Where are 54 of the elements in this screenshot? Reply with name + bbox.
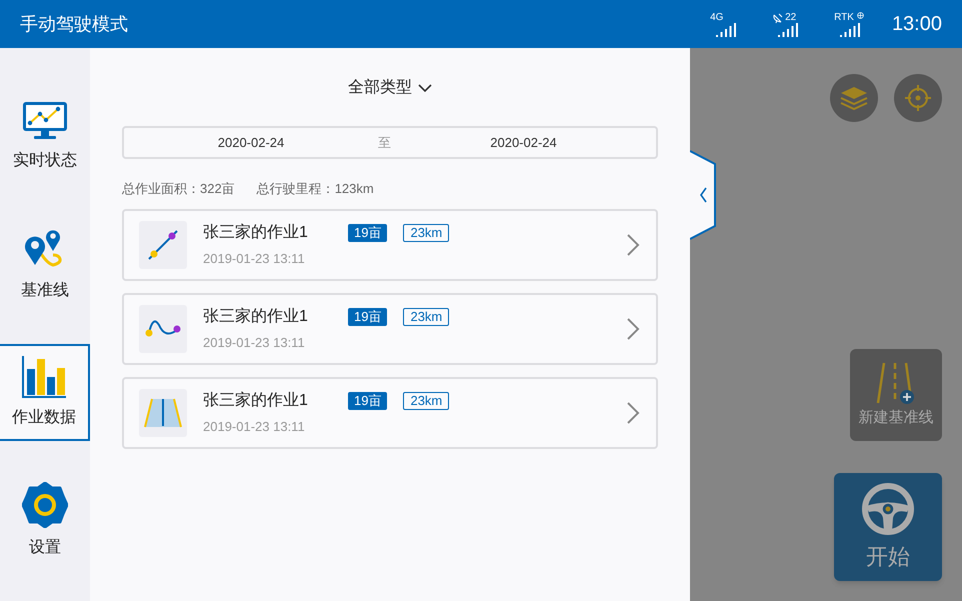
clock: 13:00 [892,12,942,37]
sidebar-item[interactable]: 设置 [0,472,90,569]
chevron-down-icon [418,84,432,92]
chevron-right-icon [626,400,640,424]
start-date: 2020-02-24 [216,134,286,152]
summary-text: 总行驶里程：123km [256,180,374,198]
area-tag: 19亩 [348,308,388,326]
layers-button[interactable] [830,74,878,122]
type-dropdown[interactable]: 全部类型 [348,76,432,100]
track-icon [139,220,187,268]
road-plus-icon [876,360,916,405]
satellite-icon [772,12,784,24]
layers-icon [840,85,868,111]
status-label: RTK [834,12,854,22]
record-time: 2019-01-23 13:11 [203,418,306,436]
area-tag: 19亩 [348,392,388,410]
track-icon [139,388,187,436]
status-label: 22 [785,12,796,22]
start-button[interactable]: 开始 [834,473,942,581]
distance-tag: 23km [403,224,450,242]
distance-tag: 23km [403,392,450,410]
distance-tag: 23km [403,308,450,326]
chevron-right-icon [626,232,640,256]
bar-chart-icon [22,356,66,398]
record-time: 2019-01-23 13:11 [203,334,306,352]
steering-wheel-icon [861,482,915,536]
end-date: 2020-02-24 [489,134,558,152]
date-separator: 至 [378,134,391,152]
chevron-right-icon [626,316,640,340]
settings-icon [22,482,68,528]
record-card[interactable]: 张三家的作业1 19亩 23km 2019-01-23 13:11 [122,208,658,280]
sidebar-item[interactable]: 基准线 [0,216,90,313]
record-title: 张三家的作业1 [203,306,309,327]
collapse-tab[interactable] [690,150,717,240]
record-title: 张三家的作业1 [203,390,309,411]
signal-icon [840,22,862,36]
area-tag: 19亩 [348,224,388,242]
record-card[interactable]: 张三家的作业1 19亩 23km 2019-01-23 13:11 [122,292,658,364]
signal-icon [778,22,800,36]
status-label: 4G [710,12,724,22]
monitor-chart-icon [22,100,68,140]
record-card[interactable]: 张三家的作业1 19亩 23km 2019-01-23 13:11 [122,376,658,448]
signal-icon [716,22,738,36]
window-title: 手动驾驶模式 [20,12,128,36]
date-range-field[interactable]: 2020-02-24 至 2020-02-24 [122,126,658,159]
sidebar-item[interactable]: 作业数据 [0,344,90,441]
crosshair-icon [904,84,932,112]
summary-text: 总作业面积：322亩 [122,180,235,198]
sidebar-item[interactable]: 实时状态 [0,88,90,185]
locate-button[interactable] [894,74,942,122]
record-time: 2019-01-23 13:11 [203,250,306,268]
globe-icon [856,12,864,18]
record-title: 张三家的作业1 [203,222,309,243]
track-icon [139,304,187,352]
